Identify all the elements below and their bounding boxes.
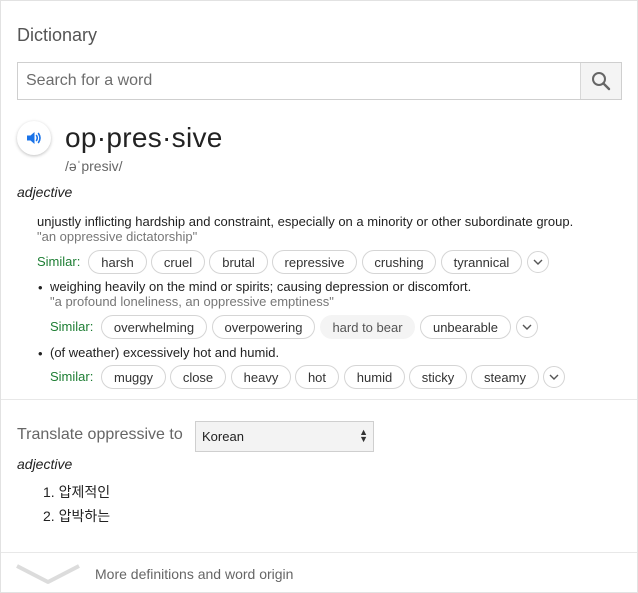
similar-chip[interactable]: brutal xyxy=(209,250,268,274)
example: "an oppressive dictatorship" xyxy=(37,229,198,244)
similar-chip[interactable]: crushing xyxy=(362,250,436,274)
expand-similar-button[interactable] xyxy=(516,316,538,338)
translate-label: Translate oppressive to xyxy=(17,426,183,443)
divider xyxy=(1,399,637,400)
select-arrows-icon: ▲ ▼ xyxy=(359,427,368,444)
language-select-value: Korean xyxy=(202,429,244,444)
similar-chip[interactable]: unbearable xyxy=(420,315,511,339)
similar-chip[interactable]: sticky xyxy=(409,365,467,389)
bullet: • xyxy=(38,280,43,295)
speaker-icon xyxy=(27,132,41,144)
translation-item: 1. 압제적인 xyxy=(43,484,111,500)
similar-chip[interactable]: steamy xyxy=(471,365,539,389)
similar-chip[interactable]: tyrannical xyxy=(441,250,522,274)
bullet: • xyxy=(38,346,43,361)
similar-chip[interactable]: humid xyxy=(344,365,405,389)
chevron-down-icon xyxy=(522,324,532,330)
more-definitions-link[interactable]: More definitions and word origin xyxy=(95,566,293,582)
search-box xyxy=(17,62,622,100)
pronunciation-button[interactable] xyxy=(17,121,51,155)
definition: (of weather) excessively hot and humid. xyxy=(50,345,280,360)
similar-label: Similar: xyxy=(50,369,94,384)
panel-title: Dictionary xyxy=(17,25,98,45)
definition: unjustly inflicting hardship and constra… xyxy=(37,214,574,229)
similar-chip[interactable]: harsh xyxy=(88,250,147,274)
expand-similar-button[interactable] xyxy=(527,251,549,273)
search-icon xyxy=(592,72,611,91)
similar-chip[interactable]: cruel xyxy=(151,250,205,274)
translation-part-of-speech: adjective xyxy=(17,456,73,472)
chevron-down-icon xyxy=(549,374,559,380)
similar-chip[interactable]: repressive xyxy=(272,250,357,274)
similar-label: Similar: xyxy=(50,319,94,334)
similar-label: Similar: xyxy=(37,254,81,269)
example: "a profound loneliness, an oppressive em… xyxy=(50,294,334,309)
phonetic: /əˈpresiv/ xyxy=(65,158,123,174)
dictionary-panel: Dictionary op·pres·sive /əˈpresiv/ adjec… xyxy=(0,0,638,593)
similar-chip[interactable]: overpowering xyxy=(212,315,315,339)
chevron-down-icon xyxy=(533,259,543,265)
divider xyxy=(1,552,637,553)
expand-similar-button[interactable] xyxy=(543,366,565,388)
similar-chip[interactable]: muggy xyxy=(101,365,166,389)
headword: op·pres·sive xyxy=(65,122,223,153)
similar-chip[interactable]: heavy xyxy=(231,365,291,389)
similar-chip[interactable]: close xyxy=(170,365,226,389)
translation-item: 2. 압박하는 xyxy=(43,508,111,524)
similar-chip[interactable]: overwhelming xyxy=(101,315,207,339)
part-of-speech: adjective xyxy=(17,184,73,200)
search-button[interactable] xyxy=(580,63,621,99)
language-select[interactable]: Korean ▲ ▼ xyxy=(195,421,374,452)
similar-chip[interactable]: hard to bear xyxy=(320,315,415,339)
definition: weighing heavily on the mind or spirits;… xyxy=(50,279,472,294)
search-input[interactable] xyxy=(18,63,581,99)
similar-chip[interactable]: hot xyxy=(295,365,339,389)
chevron-down-icon[interactable] xyxy=(15,563,81,585)
